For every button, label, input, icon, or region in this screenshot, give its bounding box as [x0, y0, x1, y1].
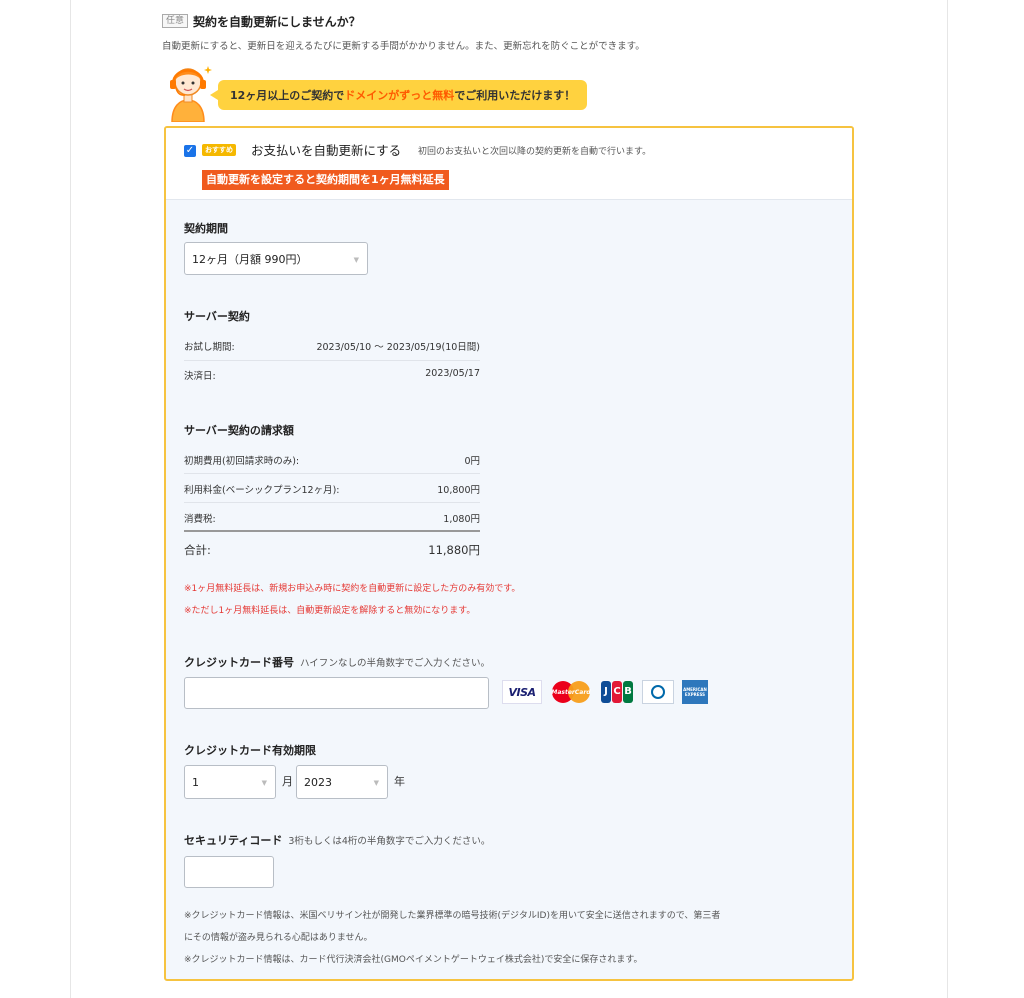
chevron-down-icon: ▼: [353, 255, 359, 264]
total-value: 11,880円: [428, 543, 480, 557]
total-row: 合計: 11,880円: [184, 542, 480, 558]
visa-icon: VISA: [502, 680, 542, 704]
total-label: 合計:: [184, 543, 211, 557]
row-label: 消費税:: [184, 514, 216, 525]
auto-renew-note: 初回のお支払いと次回以降の契約更新を自動で行います。: [418, 147, 652, 157]
card-brands: VISA MasterCard JCB AMERICAN EXPRESS: [502, 680, 708, 704]
divider: [184, 502, 480, 503]
extension-note: ※1ヶ月無料延長は、新規お申込み時に契約を自動更新に設定した方のみ有効です。: [184, 584, 521, 594]
jcb-icon: JCB: [600, 680, 634, 704]
row-label: お試し期間:: [184, 342, 235, 353]
security-code-hint: 3桁もしくは4桁の半角数字でご入力ください。: [288, 836, 491, 847]
table-row: 決済日: 2023/05/17: [184, 368, 480, 382]
payment-form: ✓ おすすめ お支払いを自動更新にする 初回のお支払いと次回以降の契約更新を自動…: [164, 126, 854, 981]
month-unit: 月: [282, 775, 293, 788]
contract-period-label: 契約期間: [184, 222, 228, 235]
section-title: 契約を自動更新にしませんか？: [193, 14, 361, 29]
optional-header: 任意 契約を自動更新にしませんか？: [162, 12, 361, 30]
expiry-month-select[interactable]: 1 ▼: [184, 765, 276, 799]
row-value: 0円: [464, 456, 480, 467]
chevron-down-icon: ▼: [373, 778, 379, 787]
recommend-badge: おすすめ: [202, 144, 236, 156]
expiry-month-value: 1: [192, 775, 199, 789]
table-row: 初期費用(初回請求時のみ): 0円: [184, 453, 480, 467]
card-number-label-text: クレジットカード番号: [184, 656, 294, 669]
security-code-label-text: セキュリティコード: [184, 834, 283, 847]
year-unit: 年: [394, 775, 405, 788]
promo-text-before: 12ヶ月以上のご契約で: [230, 89, 345, 102]
security-note: ※クレジットカード情報は、米国ベリサイン社が開発した業界標準の暗号技術(デジタル…: [184, 911, 721, 921]
table-row: 利用料金(ベーシックプラン12ヶ月): 10,800円: [184, 482, 480, 496]
row-value: 1,080円: [443, 514, 480, 525]
extension-note: ※ただし1ヶ月無料延長は、自動更新設定を解除すると無効になります。: [184, 606, 476, 616]
auto-renew-section: ✓ おすすめ お支払いを自動更新にする 初回のお支払いと次回以降の契約更新を自動…: [166, 128, 852, 200]
card-number-label: クレジットカード番号 ハイフンなしの半角数字でご入力ください。: [184, 654, 490, 670]
security-code-input[interactable]: [184, 856, 274, 888]
mastercard-icon: MasterCard: [550, 680, 592, 704]
promo-text-after: でご利用いただけます！: [454, 89, 576, 102]
storage-note: ※クレジットカード情報は、カード代行決済会社(GMOペイメントゲートウェイ株式会…: [184, 955, 643, 965]
promo-banner: 12ヶ月以上のご契約で ドメインがずっと無料 でご利用いただけます！: [209, 80, 588, 110]
divider: [184, 473, 480, 474]
card-number-hint: ハイフンなしの半角数字でご入力ください。: [300, 658, 491, 669]
american-express-icon: AMERICAN EXPRESS: [682, 680, 708, 704]
auto-renew-label[interactable]: お支払いを自動更新にする: [251, 140, 401, 159]
support-operator-icon: [170, 66, 212, 122]
security-note: にその情報が盗み見られる心配はありません。: [184, 933, 373, 943]
row-value: 10,800円: [437, 485, 480, 496]
divider: [184, 360, 480, 361]
row-value: 2023/05/17: [425, 368, 480, 379]
diners-club-icon: [642, 680, 674, 704]
section-description: 自動更新にすると、更新日を迎えるたびに更新する手間がかかりません。また、更新忘れ…: [162, 41, 645, 52]
security-code-label: セキュリティコード 3桁もしくは4桁の半角数字でご入力ください。: [184, 832, 490, 848]
contract-period-value: 12ヶ月（月額 990円）: [192, 252, 308, 266]
card-number-input[interactable]: [184, 677, 489, 709]
promo-text-highlight: ドメインがずっと無料: [344, 89, 455, 102]
total-divider: [184, 530, 480, 532]
row-label: 決済日:: [184, 371, 216, 382]
table-row: 消費税: 1,080円: [184, 511, 480, 525]
extension-badge: 自動更新を設定すると契約期間を1ヶ月無料延長: [202, 170, 449, 190]
row-value: 2023/05/10 〜 2023/05/19(10日間): [316, 342, 480, 353]
chevron-down-icon: ▼: [261, 778, 267, 787]
contract-period-select[interactable]: 12ヶ月（月額 990円） ▼: [184, 242, 368, 275]
row-label: 初期費用(初回請求時のみ):: [184, 456, 300, 467]
table-row: お試し期間: 2023/05/10 〜 2023/05/19(10日間): [184, 339, 480, 353]
row-label: 利用料金(ベーシックプラン12ヶ月):: [184, 485, 340, 496]
auto-renew-checkbox[interactable]: ✓: [184, 145, 196, 157]
card-expiry-label: クレジットカード有効期限: [184, 744, 316, 757]
expiry-year-value: 2023: [304, 775, 332, 789]
optional-tag: 任意: [162, 14, 189, 28]
expiry-year-select[interactable]: 2023 ▼: [296, 765, 388, 799]
server-contract-title: サーバー契約: [184, 310, 250, 323]
billing-title: サーバー契約の請求額: [184, 424, 294, 437]
